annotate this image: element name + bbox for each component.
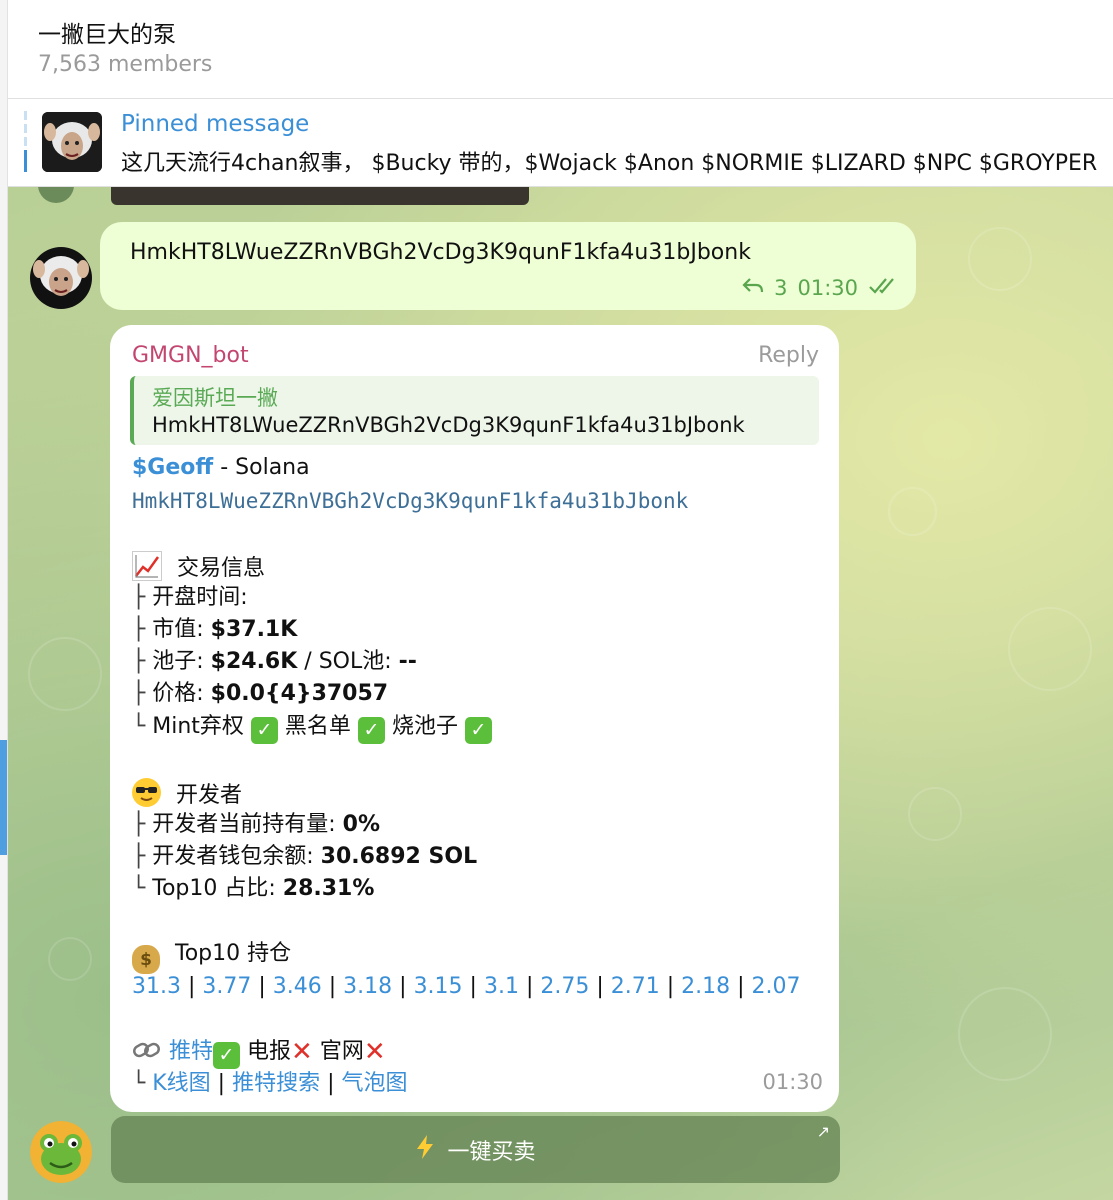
dev-holding-row: ├ 开发者当前持有量: 0% (132, 812, 381, 837)
read-checkmarks-icon (868, 276, 902, 300)
chat-area[interactable]: HmkHT8LWueZZRnVBGh2VcDg3K9qunF1kfa4u31bJ… (8, 187, 1113, 1200)
check-mark-icon: ✓ (357, 717, 385, 744)
social-links-row: 推特 ✓ 电报✕ 官网✕ (132, 1038, 386, 1069)
open-link-arrow-icon: ↗ (816, 1122, 830, 1141)
bubble-map-link[interactable]: 气泡图 (342, 1071, 408, 1096)
twitter-search-link[interactable]: 推特搜索 (232, 1071, 320, 1096)
lightning-icon (415, 1134, 435, 1166)
reply-button[interactable]: Reply (758, 343, 819, 368)
holding-value[interactable]: 2.71 (611, 974, 660, 999)
trade-header: 交易信息 (132, 551, 265, 583)
check-mark-icon: ✓ (250, 717, 278, 744)
reply-quote[interactable]: 爱因斯坦一撇 HmkHT8LWueZZRnVBGh2VcDg3K9qunF1kf… (130, 376, 819, 445)
dev-wallet-row: ├ 开发者钱包余额: 30.6892 SOL (132, 844, 478, 869)
check-mark-icon: ✓ (213, 1042, 241, 1069)
outgoing-message[interactable]: HmkHT8LWueZZRnVBGh2VcDg3K9qunF1kfa4u31bJ… (100, 222, 916, 310)
twitter-link[interactable]: 推特 (169, 1039, 213, 1064)
holdings-header: $ Top10 持仓 (132, 940, 291, 974)
pinned-thumbnail (42, 112, 102, 172)
chart-links-row: └ K线图 | 推特搜索 | 气泡图 (132, 1071, 408, 1096)
quote-author: 爱因斯坦一撇 (152, 386, 278, 410)
cross-mark-icon: ✕ (291, 1037, 313, 1067)
left-panel-edge (0, 0, 8, 1200)
holding-value[interactable]: 3.18 (343, 974, 392, 999)
pinned-message-bar[interactable]: Pinned message 这几天流行4chan叙事， $Bucky 带的，$… (8, 99, 1113, 187)
holding-value[interactable]: 3.1 (484, 974, 519, 999)
chat-header[interactable]: 一撇巨大的泵 7,563 members (8, 0, 1113, 99)
money-bag-icon: $ (132, 945, 160, 974)
telegram-label: 电报 (247, 1039, 292, 1064)
kline-link[interactable]: K线图 (152, 1071, 210, 1096)
quick-trade-button[interactable]: 一键买卖 ↗ (111, 1116, 840, 1183)
website-label: 官网 (319, 1039, 364, 1064)
holding-value[interactable]: 2.75 (540, 974, 589, 999)
holding-value[interactable]: 2.07 (752, 974, 801, 999)
chart-increasing-icon (132, 551, 162, 581)
sender-name[interactable]: GMGN_bot (132, 343, 249, 368)
previous-avatar (38, 187, 74, 203)
pinned-indicator (24, 111, 27, 173)
token-link[interactable]: $Geoff (132, 455, 213, 480)
open-time-row: ├ 开盘时间: (132, 585, 248, 610)
bot-message[interactable]: GMGN_bot Reply 爱因斯坦一撇 HmkHT8LWueZZRnVBGh… (110, 325, 839, 1112)
reply-arrow-icon[interactable] (742, 276, 764, 300)
reply-count[interactable]: 3 (774, 276, 787, 300)
dev-header: 开发者 (132, 778, 242, 810)
check-mark-icon: ✓ (464, 717, 492, 744)
message-time: 01:30 (797, 276, 858, 300)
pinned-title: Pinned message (121, 111, 310, 137)
message-text: HmkHT8LWueZZRnVBGh2VcDg3K9qunF1kfa4u31bJ… (130, 240, 751, 265)
holdings-values: 31.3 | 3.77 | 3.46 | 3.18 | 3.15 | 3.1 |… (132, 974, 801, 999)
message-time: 01:30 (762, 1070, 823, 1094)
chat-title: 一撇巨大的泵 (38, 22, 176, 48)
bot-avatar[interactable] (30, 1121, 92, 1183)
message-meta: 3 01:30 (742, 276, 902, 300)
top10-ratio-row: └ Top10 占比: 28.31% (132, 876, 375, 901)
security-row: └ Mint弃权 ✓ 黑名单 ✓ 烧池子 ✓ (132, 713, 492, 744)
previous-image (111, 187, 529, 205)
link-icon (132, 1039, 162, 1061)
holding-value[interactable]: 3.46 (273, 974, 322, 999)
holding-value[interactable]: 31.3 (132, 974, 181, 999)
holding-value[interactable]: 3.77 (202, 974, 251, 999)
token-line: $Geoff - Solana (132, 455, 310, 480)
sender-avatar[interactable] (30, 247, 92, 309)
quote-text: HmkHT8LWueZZRnVBGh2VcDg3K9qunF1kfa4u31bJ… (152, 413, 745, 437)
token-address[interactable]: HmkHT8LWueZZRnVBGh2VcDg3K9qunF1kfa4u31bJ… (132, 487, 688, 515)
member-count: 7,563 members (38, 52, 213, 77)
quick-trade-label: 一键买卖 (447, 1139, 536, 1165)
holding-value[interactable]: 2.18 (681, 974, 730, 999)
pinned-text: 这几天流行4chan叙事， $Bucky 带的，$Wojack $Anon $N… (121, 151, 1098, 176)
mcap-row: ├ 市值: $37.1K (132, 617, 298, 642)
sunglasses-face-icon (132, 778, 161, 807)
left-panel-accent (0, 740, 7, 855)
cross-mark-icon: ✕ (363, 1037, 386, 1067)
pool-row: ├ 池子: $24.6K / SOL池: -- (132, 649, 417, 674)
holding-value[interactable]: 3.15 (414, 974, 463, 999)
price-row: ├ 价格: $0.0{4}37057 (132, 681, 389, 706)
